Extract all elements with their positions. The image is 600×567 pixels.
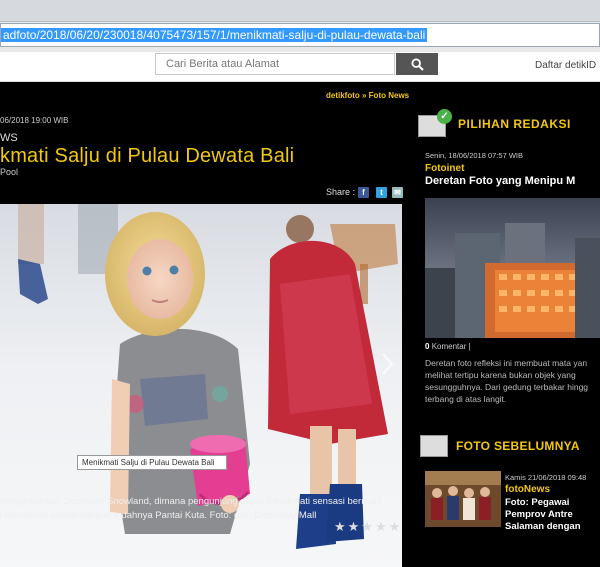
mail-icon[interactable]: ✉ bbox=[392, 187, 403, 198]
share-label: Share : bbox=[326, 187, 356, 197]
photo-caption: Menikmati Salju di Pulau Dewata Bali bbox=[77, 455, 227, 470]
photo-gallery-icon bbox=[420, 435, 448, 457]
pilihan-item-date: Senin, 18/06/2018 07:57 WIB bbox=[425, 151, 523, 160]
register-link[interactable]: Daftar detikID bbox=[535, 60, 596, 71]
comment-number: 0 bbox=[425, 342, 430, 351]
browser-toolbar bbox=[0, 0, 600, 22]
article-date: 06/2018 19:00 WIB bbox=[0, 116, 69, 125]
article-section: WS bbox=[0, 132, 18, 144]
city-buildings-photo bbox=[425, 198, 600, 338]
search-icon bbox=[410, 57, 424, 71]
group-photo bbox=[425, 471, 501, 527]
comment-count[interactable]: 0 Komentar | bbox=[425, 342, 471, 351]
twitter-icon[interactable]: t bbox=[376, 187, 387, 198]
previous-item-source[interactable]: fotoNews bbox=[505, 484, 550, 495]
pilihan-item-description: Deretan foto refleksi ini membuat mata y… bbox=[425, 357, 600, 405]
previous-item-title[interactable]: Foto: Pegawai Pemprov Antre Salaman deng… bbox=[505, 497, 581, 533]
pilihan-redaksi-heading: PILIHAN REDAKSI bbox=[458, 117, 571, 131]
search-placeholder: Cari Berita atau Alamat bbox=[166, 58, 280, 70]
title-line: Salaman dengan bbox=[505, 521, 581, 532]
previous-photo-thumb[interactable] bbox=[425, 471, 501, 527]
description-line: terbang di atas langit. bbox=[425, 394, 507, 404]
description-line: menghadirkan Discovery Snowland, dimana … bbox=[0, 496, 382, 507]
pilihan-item-photo[interactable] bbox=[425, 198, 600, 338]
search-button[interactable] bbox=[396, 53, 438, 75]
description-line: sesungguhnya. Dari gedung terbakar hingg bbox=[425, 382, 589, 392]
browser-chrome: adfoto/2018/06/20/230018/4075473/157/1/m… bbox=[0, 0, 600, 52]
pilihan-item-title[interactable]: Deretan Foto yang Menipu M bbox=[425, 175, 575, 187]
page-title: kmati Salju di Pulau Dewata Bali bbox=[0, 145, 295, 167]
rating-stars[interactable]: ★★★★★ bbox=[334, 519, 402, 535]
photo-credit: Pool bbox=[0, 167, 19, 177]
description-line: melihat tertipu karena bukan objek yang bbox=[425, 370, 576, 380]
pilihan-item-source[interactable]: Fotoinet bbox=[425, 163, 464, 174]
title-line: Pemprov Antre bbox=[505, 509, 573, 520]
address-bar[interactable]: adfoto/2018/06/20/230018/4075473/157/1/m… bbox=[0, 23, 600, 47]
title-line: Foto: Pegawai bbox=[505, 497, 570, 508]
facebook-icon[interactable]: f bbox=[358, 187, 369, 198]
breadcrumb[interactable]: detikfoto » Foto News bbox=[326, 91, 409, 100]
foto-sebelumnya-heading: FOTO SEBELUMNYA bbox=[456, 439, 580, 453]
article-page: detikfoto » Foto News 06/2018 19:00 WIB … bbox=[0, 83, 600, 567]
comment-label: Komentar bbox=[431, 342, 467, 351]
search-input[interactable]: Cari Berita atau Alamat bbox=[155, 53, 395, 75]
address-url[interactable]: adfoto/2018/06/20/230018/4075473/157/1/m… bbox=[1, 28, 428, 42]
previous-item-date: Kamis 21/06/2018 09:48 bbox=[505, 473, 587, 482]
description-line: Deretan foto refleksi ini membuat mata y… bbox=[425, 358, 588, 368]
check-icon: ✓ bbox=[437, 109, 452, 124]
